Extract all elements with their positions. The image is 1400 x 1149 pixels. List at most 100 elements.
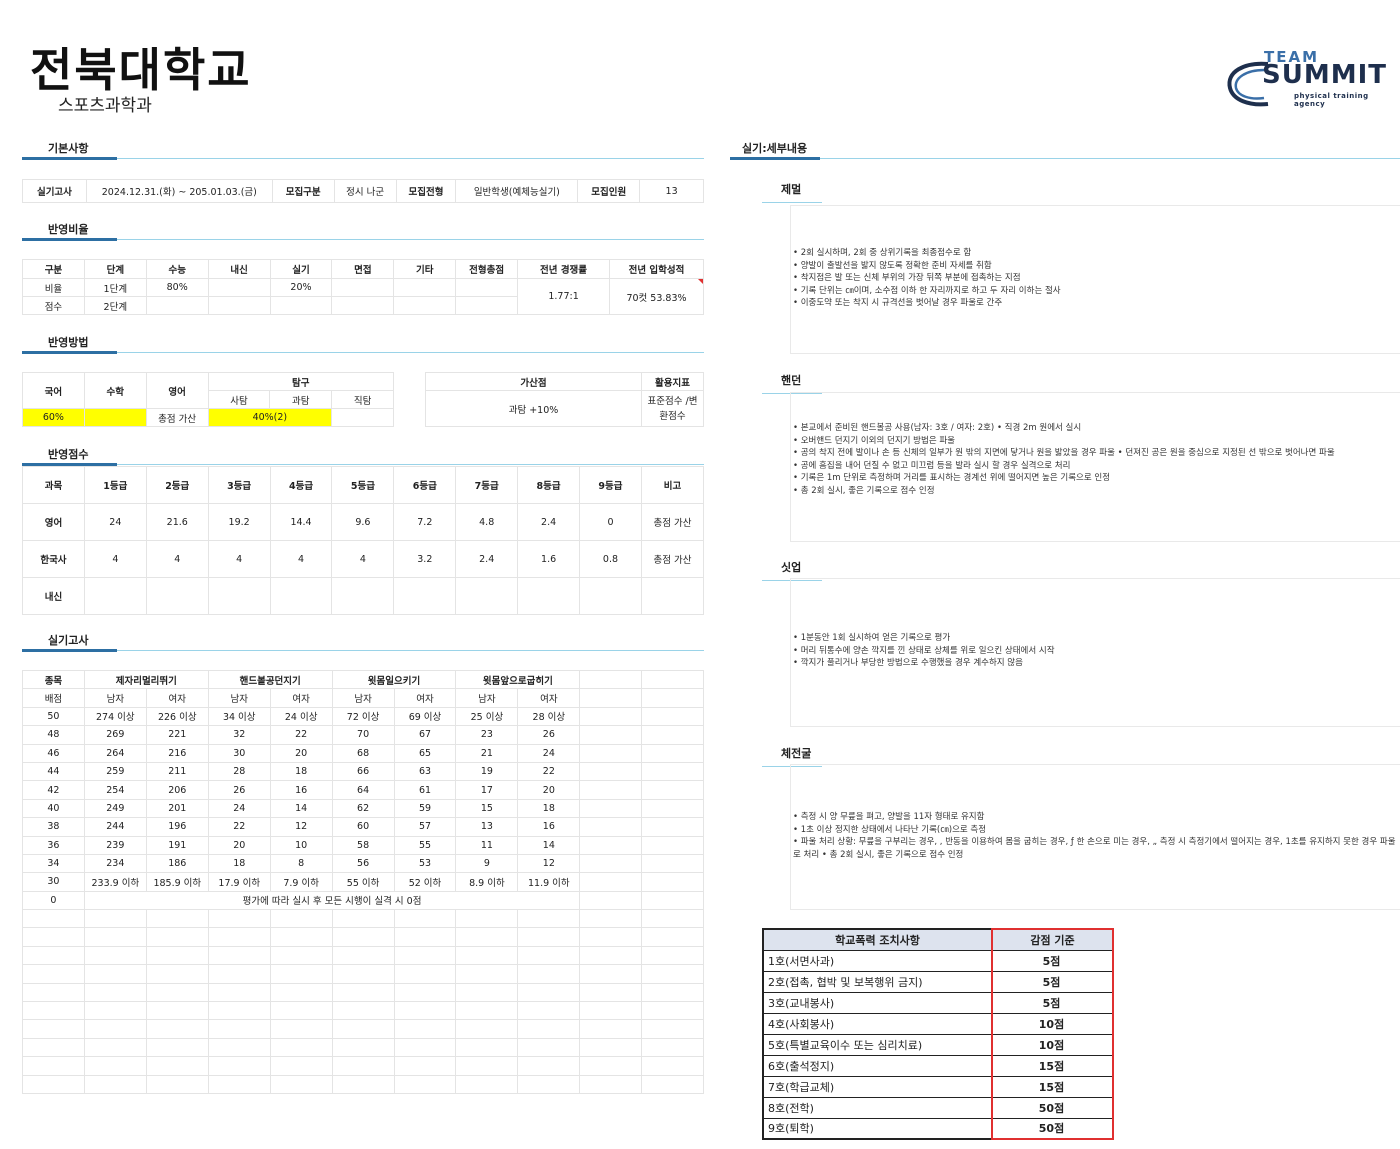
section-basic-title: 기본사항	[22, 142, 117, 160]
score-cell: 7.2	[393, 503, 457, 541]
practical-cell: 36	[22, 835, 85, 855]
empty-cell	[579, 817, 643, 837]
empty-cell	[83, 1019, 147, 1039]
inquiry-sub: 사탐	[207, 390, 271, 409]
section-method: 반영방법	[22, 335, 704, 354]
event-header: 윗몸앞으로굽히기	[455, 669, 581, 690]
empty-cell	[579, 853, 643, 874]
practical-cell: 59	[393, 798, 457, 819]
score-row: 내신	[22, 577, 705, 615]
detail-box-jemeol: • 2회 실시하며, 2회 중 상위기록을 최종점수로 함 • 양발이 출발선을…	[790, 205, 1400, 354]
detail-line: • 2회 실시하며, 2회 중 상위기록을 최종점수로 함	[793, 248, 972, 258]
empty-cell	[145, 1037, 209, 1058]
detail-box-handeon: • 본교에서 준비된 핸드볼공 사용(남자: 3호 / 여자: 2호) • 직경…	[790, 392, 1400, 542]
score-header: 8등급	[517, 466, 581, 504]
practical-cell: 56	[331, 853, 395, 874]
ratio-cell	[331, 296, 395, 315]
ratio-cell: 비율	[22, 278, 85, 297]
empty-cell	[579, 669, 643, 690]
empty-cell	[22, 1037, 85, 1058]
empty-cell	[331, 927, 395, 947]
empty-cell	[393, 982, 457, 1003]
empty-cell	[83, 1001, 147, 1021]
admission-score: 70컷 53.83%	[608, 278, 705, 315]
empty-cell	[22, 964, 85, 984]
section-practical: 실기고사	[22, 633, 704, 652]
detail-line: • 오버핸드 던지기 이외의 던지기 방법은 파울	[793, 435, 955, 446]
practical-cell: 26	[207, 780, 271, 800]
ratio-cell: 20%	[269, 278, 333, 297]
basic-info-table: 실기고사 2024.12.31.(화) ~ 205.01.03.(금) 모집구분…	[22, 179, 704, 203]
empty-cell	[517, 945, 581, 966]
english-value: 총점 가산	[145, 408, 209, 427]
practical-cell: 186	[145, 853, 209, 874]
gender-cell: 남자	[331, 688, 395, 708]
practical-row: 40 249 201 24 14 62 59 15 18	[22, 798, 704, 819]
ratio-table: 구분 단계 수능 내신 실기 면접 기타 전형총점 전년 경쟁률 전년 입학성적…	[22, 259, 705, 315]
detail-line: • 머리 뒤통수에 양손 깍지를 낀 상태로 상체를 위로 일으킨 상태에서 시…	[793, 645, 1055, 656]
ratio-cell: 점수	[22, 296, 85, 315]
practical-cell: 61	[393, 780, 457, 800]
blank-row	[22, 1074, 704, 1094]
score-cell: 총점 가산	[640, 540, 705, 578]
section-scores-title: 반영점수	[22, 448, 117, 466]
logo-brand-text: SUMMIT	[1262, 60, 1387, 90]
empty-cell	[641, 1019, 704, 1039]
violence-cell: 3호(교내봉사)	[762, 991, 993, 1014]
violence-cell: 6호(출석정지)	[762, 1054, 993, 1077]
empty-cell	[517, 1037, 581, 1058]
score-cell: 4.8	[455, 503, 519, 541]
empty-cell	[331, 909, 395, 929]
violence-points: 15점	[991, 1054, 1114, 1077]
practical-cell: 69 이상	[393, 706, 457, 727]
empty-cell	[22, 982, 85, 1003]
empty-cell	[641, 817, 704, 837]
practical-cell: 16	[517, 817, 581, 837]
practical-cell: 72 이상	[331, 706, 395, 727]
empty-cell	[207, 982, 271, 1003]
empty-cell	[579, 1037, 643, 1058]
practical-cell: 11	[455, 835, 519, 855]
blank-row	[22, 909, 704, 929]
empty-cell	[269, 1019, 333, 1039]
detail-box-flexion: • 측정 시 양 무릎을 펴고, 양발을 11자 형태로 유지함 • 1초 이상…	[790, 764, 1400, 910]
practical-cell: 233.9 이하	[83, 872, 147, 892]
violence-header: 학교폭력 조치사항	[762, 928, 993, 951]
empty-cell	[641, 927, 704, 947]
empty-cell	[579, 872, 643, 892]
score-cell: 0.8	[579, 540, 642, 578]
blank-row	[22, 927, 704, 947]
practical-cell: 42	[22, 780, 85, 800]
index-value: 표준점수 /변환점수	[641, 390, 704, 427]
detail-line: • 공의 착지 전에 발이나 손 등 신체의 일부가 원 밖의 지면에 닿거나 …	[793, 448, 1335, 459]
empty-cell	[455, 1056, 519, 1076]
empty-cell	[207, 927, 271, 947]
practical-cell: 20	[269, 743, 333, 763]
practical-row: 44 259 211 28 18 66 63 19 22	[22, 761, 704, 782]
empty-cell	[207, 1074, 271, 1094]
event-header: 종목	[22, 669, 85, 690]
practical-cell: 12	[517, 853, 581, 874]
practical-cell: 24	[517, 743, 581, 763]
blank-row	[22, 964, 704, 984]
quota-label: 모집인원	[577, 179, 641, 203]
score-cell	[145, 577, 209, 615]
math-value	[83, 408, 147, 427]
practical-cell: 53	[393, 853, 457, 874]
practical-cell: 8.9 이하	[455, 872, 519, 892]
score-cell: 3.2	[393, 540, 457, 578]
empty-cell	[269, 1001, 333, 1021]
empty-cell	[517, 1056, 581, 1076]
empty-cell	[641, 872, 704, 892]
practical-cell: 15	[455, 798, 519, 819]
section-practical-title: 실기고사	[22, 634, 117, 652]
empty-cell	[269, 1056, 333, 1076]
ratio-header: 전형총점	[455, 259, 519, 279]
empty-cell	[393, 927, 457, 947]
empty-cell	[641, 798, 704, 819]
practical-cell: 67	[393, 725, 457, 745]
empty-cell	[579, 706, 643, 727]
empty-cell	[331, 945, 395, 966]
score-cell	[269, 577, 333, 615]
score-cell	[331, 577, 395, 615]
